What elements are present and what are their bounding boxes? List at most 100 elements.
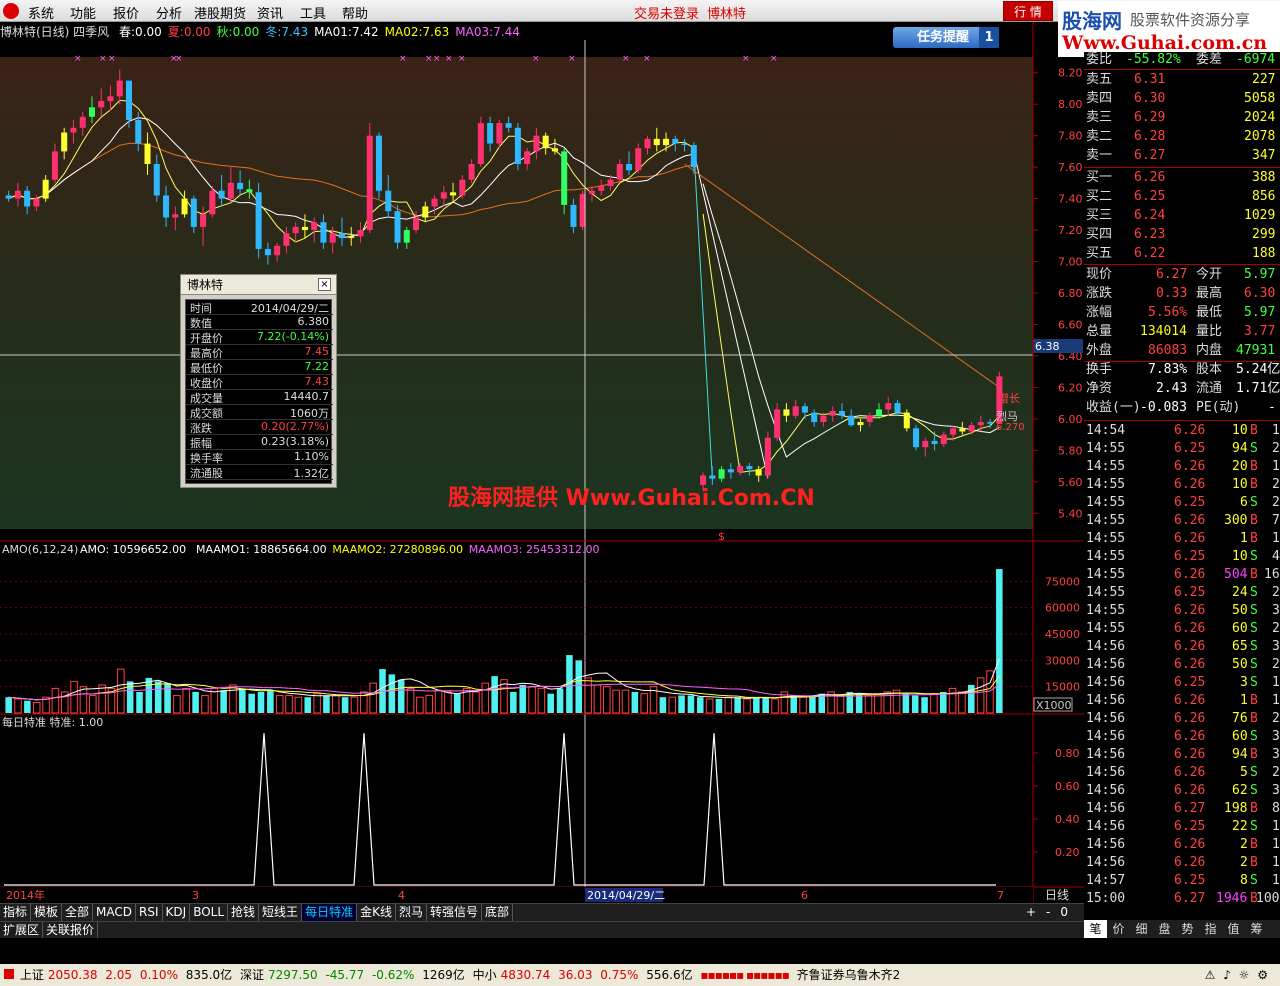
extension-tab-0[interactable]: 扩展区 (0, 922, 44, 938)
candle-body (459, 179, 466, 196)
stat-label: 外盘 (1086, 343, 1113, 358)
popup-row-key: 数值 (190, 317, 212, 330)
sz-index-change: -45.77 (325, 968, 365, 982)
popup-row: 收盘价 7.43 (186, 375, 333, 390)
date-axis-tick: 3 (192, 889, 199, 902)
tab-11[interactable]: 烈马 (396, 904, 427, 921)
chart-area[interactable]: × × × ×× × × × × × × × × × × ×$增长烈马6.270 AMO(6,12,24) A… (0, 0, 1084, 920)
amo-bar (696, 697, 704, 713)
candle-body (477, 123, 484, 164)
candle-body (440, 192, 447, 199)
tab-10[interactable]: 金K线 (357, 904, 396, 921)
tab-0[interactable]: 指标 (0, 904, 32, 921)
tab-5[interactable]: KDJ (163, 904, 191, 921)
tick-time: 14:56 (1086, 765, 1126, 780)
tab-4[interactable]: RSI (136, 904, 163, 921)
tab-7[interactable]: 抢钱 (228, 904, 260, 921)
signal-marker: × (99, 54, 107, 64)
tab-12[interactable]: 转强信号 (427, 904, 482, 921)
sme-index-label[interactable]: 中小 (473, 968, 497, 982)
amo-bar (510, 691, 517, 713)
zoom-button[interactable]: + (1026, 904, 1046, 921)
popup-row: 流通股 1.32亿 (186, 465, 333, 480)
amo-bar (173, 694, 181, 714)
tick-side: S (1250, 603, 1258, 618)
tick-side: S (1250, 585, 1258, 600)
sme-index-change: 36.03 (558, 968, 593, 982)
tick-volume: 22 (1232, 819, 1248, 834)
indicator-tabs: 指标 模板 全部 MACD RSI KDJ BOLL 抢钱 短线王 每日特准 金K线 烈马 转强信号 底部… (0, 903, 1084, 921)
tick-side: S (1250, 819, 1258, 834)
tab-13[interactable]: 底部 (482, 904, 513, 921)
amo-bar (640, 693, 648, 714)
sz-index-label[interactable]: 深证 (240, 968, 264, 982)
signal-marker: × (742, 54, 750, 64)
buy-level-price: 6.25 (1134, 189, 1166, 204)
tick-side: B (1250, 531, 1258, 546)
close-icon[interactable]: × (318, 278, 331, 291)
amo-bar (687, 695, 695, 713)
tab-2[interactable]: 全部 (62, 904, 94, 921)
candle-body (922, 440, 929, 448)
stat-value: 5.56% (1148, 305, 1188, 320)
data-popup-window[interactable]: 博林特 × 时间 2014/04/29/二 数值 6.380 开盘价 7.22(-0.14… (180, 274, 337, 488)
sell-level-label: 卖五 (1086, 72, 1113, 87)
tab-3[interactable]: MACD (93, 904, 137, 921)
tab-8[interactable]: 短线王 (259, 904, 303, 921)
tick-volume: 10 (1232, 477, 1248, 492)
tab-9[interactable]: 每日特准 (302, 904, 358, 921)
candle-body (570, 204, 577, 227)
status-bar: 上证 2050.38 2.05 0.10% 835.0亿 深证 7297.50 -4… (0, 964, 1280, 986)
amo-bar (145, 677, 153, 713)
signal-marker: × (74, 54, 82, 64)
buy-level-volume: 1029 (1244, 208, 1276, 223)
popup-row: 成交量 14440.7 (186, 390, 333, 405)
right-tab-3[interactable]: 盘 (1153, 920, 1176, 938)
amo-bar (902, 693, 910, 713)
right-tab-4[interactable]: 势 (1176, 920, 1199, 938)
zoom-button[interactable]: - (1046, 904, 1060, 921)
stat-label: 涨跌 (1086, 286, 1113, 301)
zoom-controls: +-0 (1026, 904, 1078, 921)
tray-icons[interactable]: ⚠ ♪ ☼ ⚙ (1205, 964, 1270, 986)
candle-body (79, 116, 86, 128)
right-tab-5[interactable]: 指 (1199, 920, 1222, 938)
popup-row: 振幅 0.23(3.18%) (186, 435, 333, 450)
popup-row: 开盘价 7.22(-0.14%) (186, 330, 333, 345)
tick-price: 6.26 (1174, 765, 1206, 780)
right-tab-2[interactable]: 细 (1130, 920, 1153, 938)
sh-index-label[interactable]: 上证 (20, 968, 44, 982)
tab-1[interactable]: 模板 (31, 904, 63, 921)
popup-body: 时间 2014/04/29/二 数值 6.380 开盘价 7.22(-0.14%) 最高价 7… (185, 299, 333, 484)
candle-body (301, 226, 308, 231)
zoom-button[interactable]: 0 (1060, 904, 1078, 921)
amo-bar (753, 697, 760, 713)
candle-body (144, 143, 151, 164)
tick-side: B (1250, 747, 1258, 762)
popup-title-bar[interactable]: 博林特 × (181, 275, 336, 295)
extension-tab-1[interactable]: 关联报价 (43, 922, 99, 938)
right-tab-6[interactable]: 值 (1222, 920, 1245, 938)
annotation-label: 增长 (998, 391, 1020, 405)
popup-row-value: 7.43 (304, 375, 330, 388)
tab-6[interactable]: BOLL (190, 904, 229, 921)
amo-bar (715, 698, 723, 713)
popup-row: 最低价 7.22 (186, 360, 333, 375)
stat-label: 流通 (1196, 381, 1223, 396)
right-tab-7[interactable]: 筹 (1245, 920, 1268, 938)
extension-tabs: 扩展区 关联报价 (0, 921, 1084, 938)
amo-bar (528, 686, 536, 714)
candle-body (283, 233, 290, 246)
popup-row-value: 7.22 (304, 360, 330, 373)
right-tab-0[interactable]: 笔 (1084, 920, 1107, 938)
ad-banner[interactable]: 股海网 股票软件资源分享 Www.Guhai.com.cn (1058, 1, 1280, 57)
signal-marker: × (433, 54, 441, 64)
tick-price: 6.26 (1174, 711, 1206, 726)
popup-row-value: 1.10% (294, 450, 329, 463)
right-tab-1[interactable]: 价 (1107, 920, 1130, 938)
tick-volume: 60 (1232, 729, 1248, 744)
amo-bar (621, 689, 630, 714)
popup-row-key: 换手率 (190, 452, 223, 465)
broker-label[interactable]: 齐鲁证券乌鲁木齐2 (797, 968, 901, 982)
tick-count: 8 (1272, 801, 1280, 816)
